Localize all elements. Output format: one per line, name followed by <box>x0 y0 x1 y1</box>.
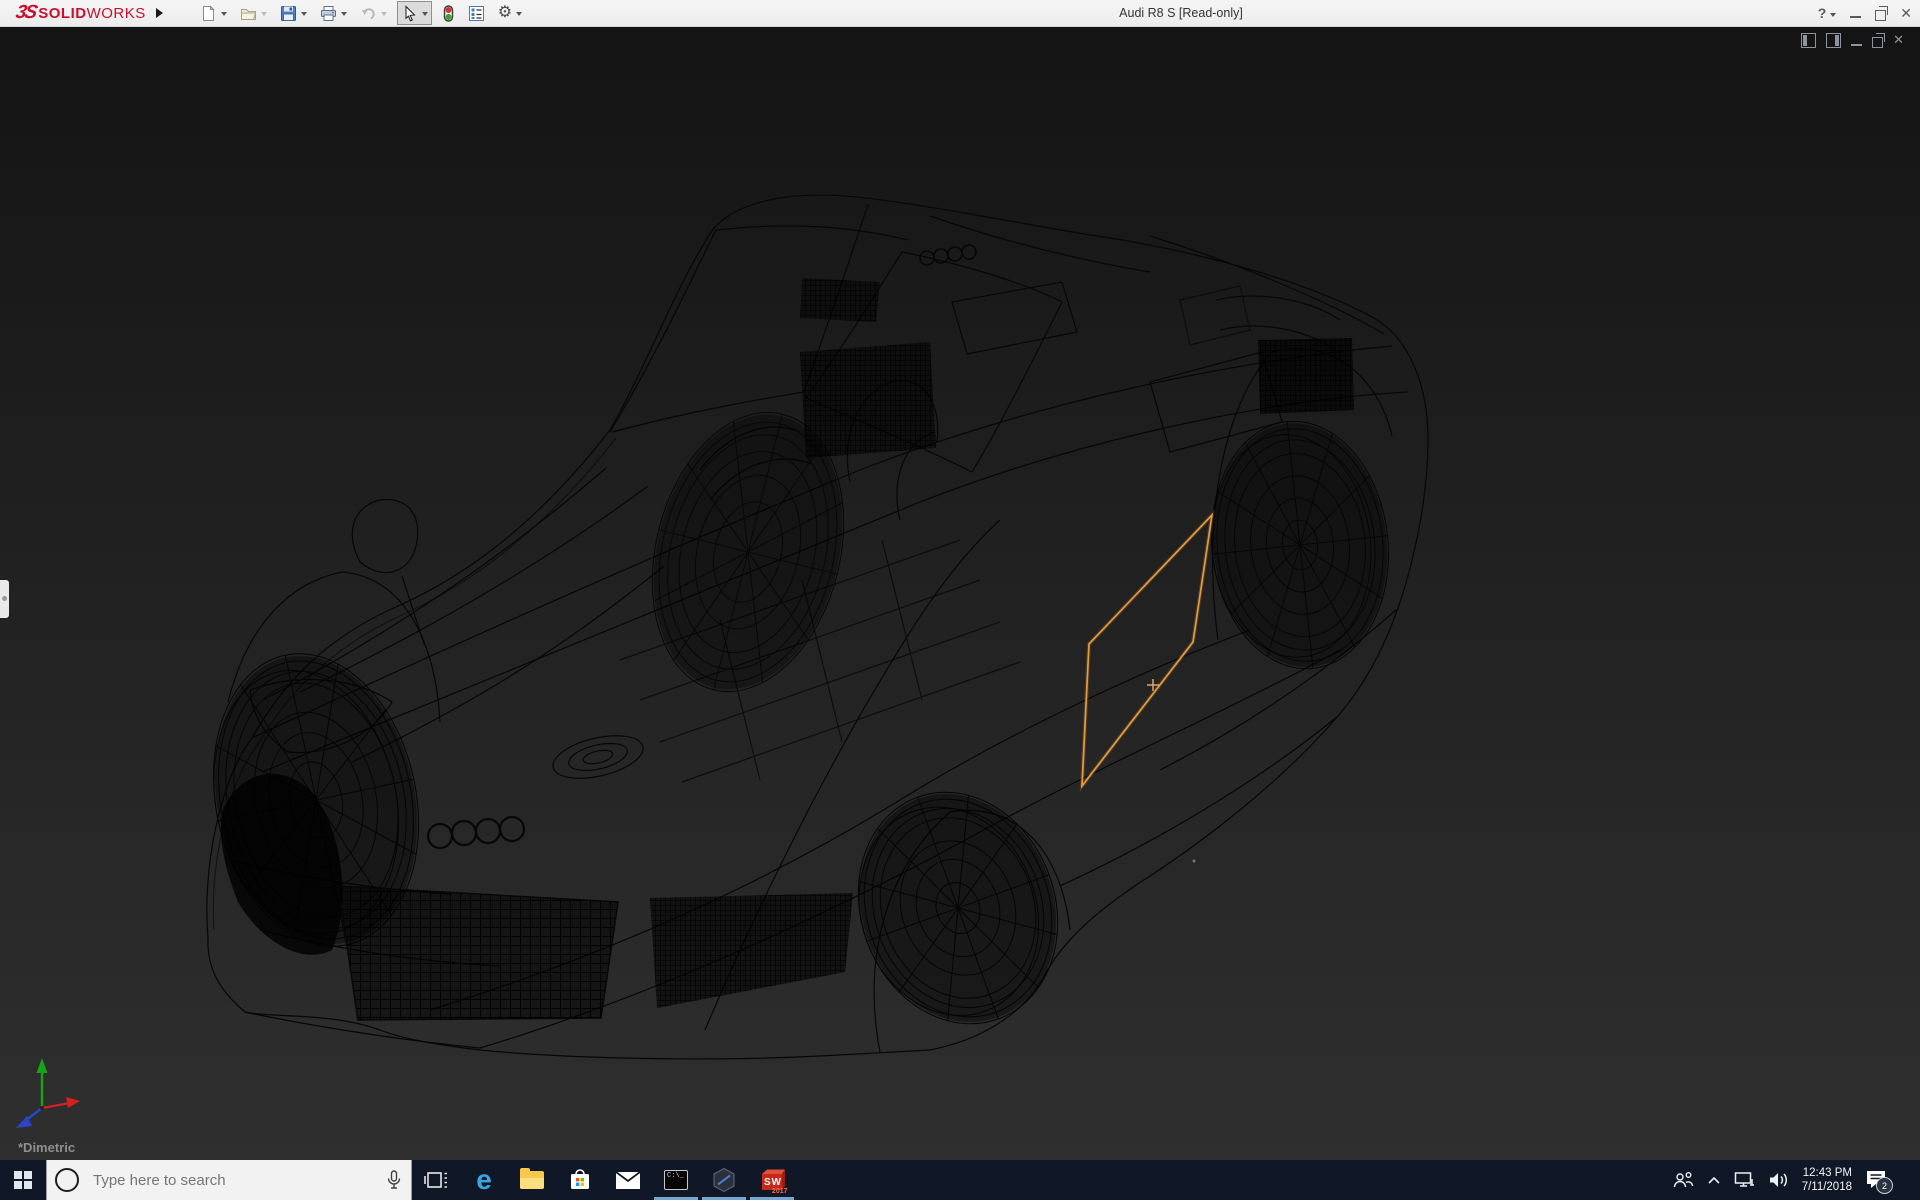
microphone-icon[interactable] <box>387 1170 401 1190</box>
undo-arrow-icon <box>360 5 377 22</box>
hexagon-app-icon <box>711 1167 737 1193</box>
windows-logo-icon <box>14 1171 32 1189</box>
task-view-button[interactable] <box>412 1160 460 1200</box>
taskbar-item-command-prompt[interactable]: C:\_ <box>652 1160 700 1200</box>
taskbar-item-file-explorer[interactable] <box>508 1160 556 1200</box>
chevron-up-icon[interactable] <box>1707 1176 1721 1185</box>
printer-icon <box>320 5 337 22</box>
dropdown-arrow-icon[interactable] <box>341 12 347 19</box>
window-controls: ? ✕ <box>1818 0 1912 26</box>
undo-button[interactable] <box>357 2 390 24</box>
windows-taskbar: e C:\_ SW 2017 12:43 PM 7/11/2018 <box>0 1160 1920 1200</box>
document-title: Audi R8 S [Read-only] <box>1119 0 1243 26</box>
options-button[interactable]: ⚙ <box>495 2 525 24</box>
solidworks-year-badge: 2017 <box>772 1188 788 1195</box>
solidworks-logo: 3SSOLIDWORKS <box>16 2 146 24</box>
document-close-button[interactable]: ✕ <box>1893 32 1904 48</box>
feature-manager-collapsed-tab[interactable] <box>0 580 9 618</box>
taskbar-item-hexagon-app[interactable] <box>700 1160 748 1200</box>
file-properties-icon <box>468 5 485 22</box>
dropdown-arrow-icon[interactable] <box>301 12 307 19</box>
mail-icon <box>615 1171 641 1190</box>
cortana-circle-icon <box>55 1168 79 1192</box>
menu-flyout-arrow-icon[interactable] <box>156 8 163 18</box>
command-prompt-icon: C:\_ <box>664 1170 688 1190</box>
new-document-button[interactable] <box>197 2 230 24</box>
front-grille <box>338 886 618 1020</box>
people-icon[interactable] <box>1672 1171 1694 1189</box>
new-document-icon <box>200 5 217 22</box>
svg-text:S: S <box>764 1177 771 1188</box>
start-button[interactable] <box>0 1160 46 1200</box>
taskbar-item-edge[interactable]: e <box>460 1160 508 1200</box>
dropdown-arrow-icon[interactable] <box>381 12 387 19</box>
taskbar-item-store[interactable] <box>556 1160 604 1200</box>
system-tray: 12:43 PM 7/11/2018 2 <box>1672 1160 1920 1200</box>
minimize-button[interactable] <box>1850 16 1861 18</box>
select-tool-button[interactable] <box>397 1 432 25</box>
expand-handle-icon <box>2 596 7 601</box>
open-folder-icon <box>240 5 257 22</box>
dropdown-arrow-icon[interactable] <box>516 12 522 19</box>
help-icon: ? <box>1818 5 1827 21</box>
taskbar-item-mail[interactable] <box>604 1160 652 1200</box>
graphics-viewport[interactable] <box>0 0 1920 1200</box>
select-cursor-icon <box>401 5 418 22</box>
clock-date: 7/11/2018 <box>1802 1180 1852 1194</box>
rebuild-button[interactable] <box>439 2 458 24</box>
taskbar-search[interactable] <box>46 1160 412 1200</box>
edge-icon: e <box>476 1166 492 1194</box>
save-floppy-icon <box>280 5 297 22</box>
display-pane-right-icon[interactable] <box>1826 33 1841 48</box>
help-button[interactable]: ? <box>1818 5 1837 21</box>
view-orientation-label: *Dimetric <box>18 1140 75 1155</box>
file-properties-button[interactable] <box>465 2 488 24</box>
search-input[interactable] <box>91 1171 387 1190</box>
display-pane-left-icon[interactable] <box>1801 33 1816 48</box>
dropdown-arrow-icon[interactable] <box>261 12 267 19</box>
svg-text:W: W <box>771 1177 781 1188</box>
restore-button[interactable] <box>1875 10 1886 21</box>
task-view-icon <box>424 1169 448 1191</box>
speaker-icon[interactable] <box>1769 1171 1789 1189</box>
taskbar-item-solidworks[interactable]: SW 2017 <box>748 1160 796 1200</box>
dropdown-arrow-icon[interactable] <box>1830 13 1836 20</box>
close-button[interactable]: ✕ <box>1900 5 1912 22</box>
clock-time: 12:43 PM <box>1802 1166 1852 1180</box>
roof-vent-mesh <box>800 278 880 322</box>
notification-badge: 2 <box>1876 1177 1893 1194</box>
title-bar: 3SSOLIDWORKS <box>0 0 1920 27</box>
document-minimize-button[interactable] <box>1851 44 1862 46</box>
print-button[interactable] <box>317 2 350 24</box>
stray-point <box>1193 860 1196 863</box>
document-window-controls: ✕ <box>1801 32 1904 48</box>
action-center-button[interactable]: 2 <box>1865 1169 1889 1191</box>
quick-access-toolbar: ⚙ <box>197 1 532 25</box>
taskbar-clock[interactable]: 12:43 PM 7/11/2018 <box>1802 1166 1852 1194</box>
dropdown-arrow-icon[interactable] <box>422 12 428 19</box>
microsoft-store-icon <box>568 1168 592 1192</box>
file-explorer-icon <box>520 1171 544 1189</box>
save-button[interactable] <box>277 2 310 24</box>
network-icon[interactable] <box>1734 1171 1756 1189</box>
options-gear-icon: ⚙ <box>498 5 512 21</box>
solidworks-logo-mark: 3S <box>14 2 38 24</box>
solidworks-2017-icon: SW 2017 <box>759 1167 786 1194</box>
engine-mesh-left <box>800 342 936 458</box>
engine-mesh-right <box>1258 338 1354 414</box>
rebuild-traffic-light-icon <box>442 5 455 22</box>
document-restore-button[interactable] <box>1872 37 1883 48</box>
open-document-button[interactable] <box>237 2 270 24</box>
dropdown-arrow-icon[interactable] <box>221 12 227 19</box>
